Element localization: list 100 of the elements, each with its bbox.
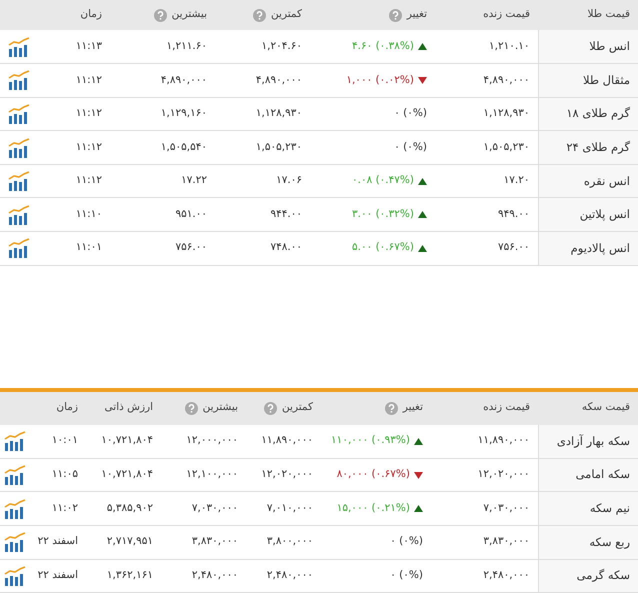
table-cell-text: ۱,۵۰۵,۵۴۰ xyxy=(160,140,207,155)
chart-icon[interactable] xyxy=(8,70,30,90)
table-cell-text: ۱۱:۱۲ xyxy=(76,106,102,122)
table-cell-text: ۱۱,۸۹۰,۰۰۰ xyxy=(261,433,313,448)
table-cell-text: ۱۲,۰۰۰,۰۰۰ xyxy=(186,433,238,448)
price-cell-text: ۱,۲۱۰.۱۰ xyxy=(488,38,530,54)
row-name: سکه گرمی xyxy=(538,559,638,593)
table-cell-text: ۱۱:۰۲ xyxy=(52,500,78,516)
change-value: ۱,۰۰۰ (۰.۰۲%) xyxy=(346,72,414,88)
table-cell-text: ۵,۳۸۵,۹۰۲ xyxy=(106,500,153,516)
table-cell-text: ۲۲ اسفند xyxy=(38,568,78,583)
change-value: ۱۵,۰۰۰ (۰.۲۱%) xyxy=(336,500,410,516)
column-header: ارزش ذاتی xyxy=(104,400,153,416)
chart-icon[interactable] xyxy=(8,204,30,225)
column-header: بیشترین xyxy=(172,7,207,22)
change-value: ۵.۰۰ (۰.۶۷%) xyxy=(352,240,414,256)
row-name: نیم سکه xyxy=(538,492,638,526)
table-cell-text: ۳,۸۳۰,۰۰۰ xyxy=(192,534,238,550)
table-cell-text: ۷,۰۳۰,۰۰۰ xyxy=(192,500,238,516)
table-cell-text: ۱,۱۲۹,۱۶۰ xyxy=(160,106,207,122)
chart-icon[interactable] xyxy=(8,238,30,258)
table-cell-text: ۱,۵۰۵,۲۳۰ xyxy=(256,140,302,155)
table-cell-text: ۷۵۶.۰۰ xyxy=(175,240,207,256)
table-cell-text: ۱,۱۲۸,۹۳۰ xyxy=(256,106,302,122)
chart-icon[interactable] xyxy=(8,171,30,192)
row-name: گرم طلای ۱۸ xyxy=(538,97,638,131)
change-value: ۰ (۰%) xyxy=(390,568,423,583)
chart-icon[interactable] xyxy=(4,465,26,486)
table-cell-text: ۱۲,۱۰۰,۰۰۰ xyxy=(186,467,238,482)
table-cell-text: ۴,۸۹۰,۰۰۰ xyxy=(256,72,302,88)
chart-icon[interactable] xyxy=(4,566,26,586)
column-header: قیمت طلا xyxy=(587,7,630,22)
row-name: مثقال طلا xyxy=(538,64,638,98)
price-cell-text: ۱,۵۰۵,۲۳۰ xyxy=(483,140,530,155)
row-name: انس طلا xyxy=(538,30,638,64)
column-header: تغییر xyxy=(402,400,423,416)
table-cell-text: ۱,۲۰۴.۶۰ xyxy=(261,38,302,54)
price-cell-text: ۱۱,۸۹۰,۰۰۰ xyxy=(478,433,530,448)
table-cell-text: ۱,۳۶۲,۱۶۱ xyxy=(106,568,153,583)
column-header: بیشترین xyxy=(202,400,238,416)
table-cell-text: ۱۱:۱۰ xyxy=(76,206,102,222)
table-cell-text: ۹۴۴.۰۰ xyxy=(270,206,302,222)
table-cell-text: ۴,۸۹۰,۰۰۰ xyxy=(160,72,207,88)
chart-icon[interactable] xyxy=(8,104,30,124)
price-cell-text: ۷۵۶.۰۰ xyxy=(498,240,530,256)
change-value: ۸۰,۰۰۰ (۰.۶۷%) xyxy=(336,467,410,482)
table-cell-text: ۱۰,۷۲۱,۸۰۴ xyxy=(101,433,153,448)
price-cell-text: ۱,۱۲۸,۹۳۰ xyxy=(483,106,530,122)
row-name: گرم طلای ۲۴ xyxy=(538,130,638,164)
price-cell-text: ۹۴۹.۰۰ xyxy=(498,206,530,222)
change-value: ۱۱۰,۰۰۰ (۰.۹۳%) xyxy=(331,433,410,448)
table-cell-text: ۷,۰۱۰,۰۰۰ xyxy=(266,500,313,516)
table-cell-text: ۲,۷۱۷,۹۵۱ xyxy=(106,534,153,550)
price-cell-text: ۱۲,۰۲۰,۰۰۰ xyxy=(478,467,530,482)
change-value: ۳.۰۰ (۰.۳۲%) xyxy=(352,206,414,222)
column-header: کمترین xyxy=(282,400,313,416)
table-cell-text: ۲,۴۸۰,۰۰۰ xyxy=(192,568,238,583)
table-cell-text: ۱۰,۷۲۱,۸۰۴ xyxy=(101,467,153,482)
table-cell-text: ۱۱:۰۵ xyxy=(52,467,78,482)
price-cell-text: ۴,۸۹۰,۰۰۰ xyxy=(483,72,530,88)
row-name: انس پالادیوم xyxy=(538,232,638,266)
chart-icon[interactable] xyxy=(4,431,26,452)
table-cell-text: ۱۱:۱۲ xyxy=(76,173,102,188)
change-value: ۴.۶۰ (۰.۳۸%) xyxy=(352,38,414,54)
change-value: ۰ (۰%) xyxy=(394,106,427,122)
column-header: زمان xyxy=(80,7,102,22)
change-value: ۰ (۰%) xyxy=(390,534,423,550)
table-cell-text: ۲۲ اسفند xyxy=(38,534,78,550)
column-header: کمترین xyxy=(271,7,302,22)
column-header: زمان xyxy=(56,400,78,416)
row-name: انس نقره xyxy=(538,164,638,198)
table-cell-text: ۱۲,۰۲۰,۰۰۰ xyxy=(261,467,313,482)
column-header: قیمت سکه xyxy=(582,400,630,416)
row-name: سکه امامی xyxy=(538,458,638,492)
row-name: سکه بهار آزادی xyxy=(538,424,638,458)
table-cell-text: ۱۰:۰۱ xyxy=(52,433,78,448)
table-cell-text: ۳,۸۰۰,۰۰۰ xyxy=(266,534,313,550)
table-cell-text: ۱۱:۱۲ xyxy=(76,72,102,88)
column-header: قیمت زنده xyxy=(483,400,530,416)
table-cell-text: ۹۵۱.۰۰ xyxy=(175,206,207,222)
table-cell-text: ۲,۴۸۰,۰۰۰ xyxy=(266,568,313,583)
chart-icon[interactable] xyxy=(4,532,26,552)
column-header: تغییر xyxy=(406,7,427,22)
chart-icon[interactable] xyxy=(4,498,26,519)
table-cell-text: ۱,۲۱۱.۶۰ xyxy=(166,38,207,54)
price-cell-text: ۷,۰۳۰,۰۰۰ xyxy=(483,500,530,516)
column-header: قیمت زنده xyxy=(483,7,530,22)
table-cell-text: ۷۴۸.۰۰ xyxy=(270,240,302,256)
change-value: ۰ (۰%) xyxy=(394,140,427,155)
chart-icon[interactable] xyxy=(8,138,30,158)
table-cell-text: ۱۷.۲۲ xyxy=(181,173,207,188)
price-cell-text: ۳,۸۳۰,۰۰۰ xyxy=(483,534,530,550)
price-cell-text: ۲,۴۸۰,۰۰۰ xyxy=(483,568,530,583)
table-cell-text: ۱۱:۱۳ xyxy=(76,38,102,54)
chart-icon[interactable] xyxy=(8,36,30,57)
row-name: ربع سکه xyxy=(538,525,638,560)
change-value: ۰.۰۸ (۰.۴۷%) xyxy=(352,173,414,188)
table-cell-text: ۱۷.۰۶ xyxy=(276,173,302,188)
row-name: انس پلاتین xyxy=(538,198,638,232)
table-cell-text: ۱۱:۱۲ xyxy=(76,140,102,155)
